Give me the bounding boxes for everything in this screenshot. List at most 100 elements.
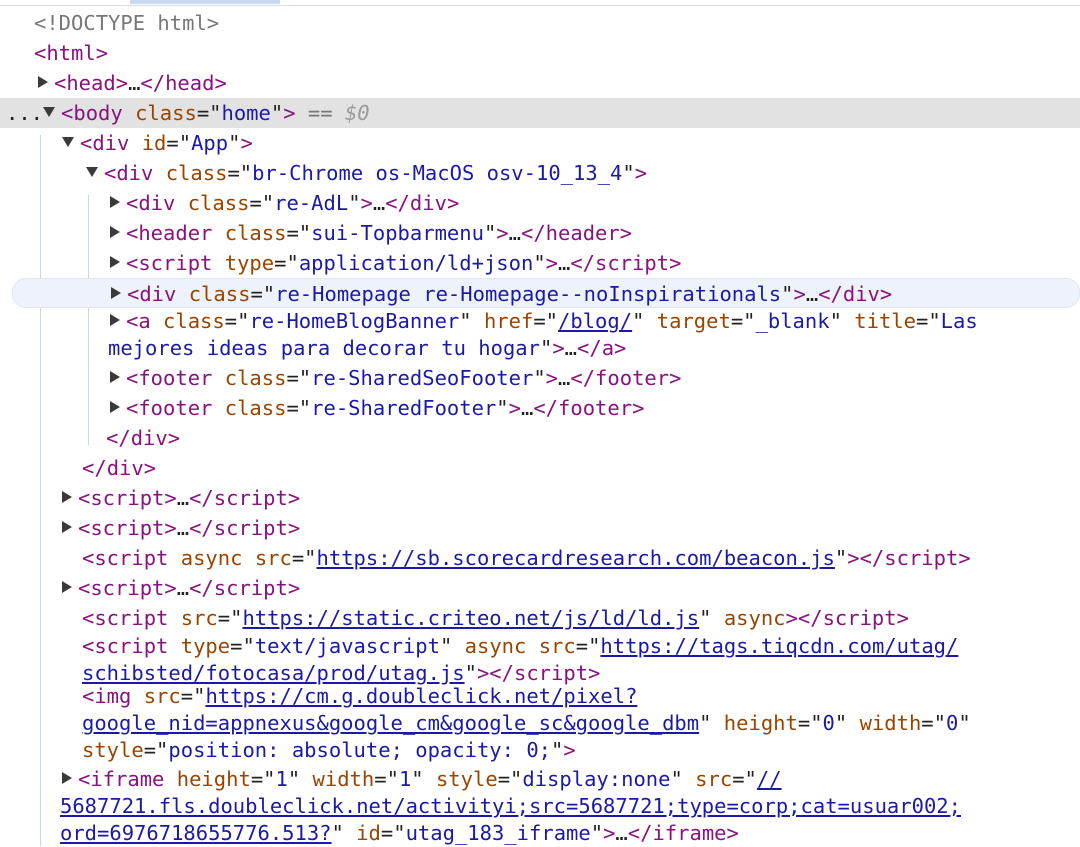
ellipsis[interactable]: … <box>177 576 189 600</box>
dom-node-iframe[interactable]: <iframe height="1" width="1" style="disp… <box>0 766 1080 847</box>
dom-node-collapsed[interactable]: <footer class="re-SharedFooter">…</foote… <box>0 393 1080 423</box>
dom-node-open[interactable]: <html> <box>0 38 1080 68</box>
dom-node-collapsed[interactable]: <head>…</head> <box>0 68 1080 98</box>
ellipsis[interactable]: … <box>128 71 140 95</box>
triangle-right-icon[interactable] <box>110 256 120 268</box>
ellipsis[interactable]: … <box>558 366 570 390</box>
dom-node-collapsed[interactable]: <script>…</script> <box>0 483 1080 513</box>
attribute-value: App <box>191 131 229 155</box>
dom-node-img[interactable]: <img src="https://cm.g.doubleclick.net/p… <box>0 683 1080 764</box>
triangle-right-icon[interactable] <box>110 314 120 326</box>
dom-node-close[interactable]: </div> <box>0 453 1080 483</box>
tag-token: </ <box>189 516 214 540</box>
attribute-value: re-HomeBlogBanner <box>249 309 460 333</box>
dom-node-script-type[interactable]: <script type="text/javascript" async src… <box>0 633 1080 687</box>
attribute-link[interactable]: /blog/ <box>558 309 632 333</box>
triangle-right-icon[interactable] <box>110 401 120 413</box>
punctuation: =" <box>227 161 253 185</box>
tag-name: footer <box>595 366 670 390</box>
dom-node-doctype[interactable]: <!DOCTYPE html> <box>0 8 1080 38</box>
tag-token: </ <box>570 251 596 275</box>
triangle-right-icon[interactable] <box>110 226 120 238</box>
tag-token: > <box>545 251 558 275</box>
punctuation: " <box>287 767 301 791</box>
attribute-link[interactable]: https://sb.scorecardresearch.com/beacon.… <box>317 546 835 570</box>
tag-token: > <box>283 101 296 125</box>
tag-name: footer <box>138 396 213 420</box>
dom-node-script-src[interactable]: <script async src="https://sb.scorecardr… <box>0 543 1080 573</box>
ellipsis[interactable]: … <box>373 191 385 215</box>
triangle-down-icon[interactable] <box>62 137 74 147</box>
tag-name: script <box>94 634 169 658</box>
punctuation: " <box>411 767 424 791</box>
ellipsis[interactable]: … <box>509 221 521 245</box>
tag-token: < <box>126 191 139 215</box>
attribute-link[interactable]: https://cm.g.doubleclick.net/pixel? <box>205 684 637 708</box>
tag-name: head <box>165 71 215 95</box>
triangle-right-icon[interactable] <box>111 287 121 299</box>
ellipsis[interactable]: … <box>615 821 627 845</box>
dom-node-body[interactable]: ... <body class="home"> == $0 <box>0 98 1080 128</box>
attribute-name: style <box>82 738 144 762</box>
dom-node-collapsed[interactable]: <script>…</script> <box>0 573 1080 603</box>
ellipsis[interactable]: … <box>806 282 818 306</box>
punctuation: " <box>331 821 344 845</box>
tag-token: > <box>287 486 301 510</box>
dom-node-collapsed[interactable]: <footer class="re-SharedSeoFooter">…</fo… <box>0 363 1080 393</box>
triangle-right-icon[interactable] <box>62 491 72 503</box>
attribute-link[interactable]: https://tags.tiqcdn.com/utag/ <box>600 634 958 658</box>
ellipsis[interactable]: … <box>177 486 189 510</box>
ellipsis[interactable]: … <box>521 396 533 420</box>
tag-token: < <box>126 309 139 333</box>
triangle-right-icon[interactable] <box>62 581 72 593</box>
dom-node-anchor[interactable]: <a class="re-HomeBlogBanner" href="/blog… <box>0 308 1080 362</box>
dom-node-script-src2[interactable]: <script src="https://static.criteo.net/j… <box>0 603 1080 633</box>
attribute-name: class <box>188 282 251 306</box>
triangle-right-icon[interactable] <box>38 76 48 88</box>
triangle-right-icon[interactable] <box>62 521 72 533</box>
ellipsis[interactable]: … <box>177 516 189 540</box>
punctuation: " <box>699 711 712 735</box>
tag-token: ></ <box>847 546 885 570</box>
attribute-link[interactable]: google_nid=appnexus&google_cm&google_sc&… <box>82 711 699 735</box>
attribute-value: _blank <box>755 309 830 333</box>
attribute-name: class <box>165 161 228 185</box>
tag-token: </ <box>189 486 214 510</box>
dom-node-close[interactable]: </div> <box>0 423 1080 453</box>
attribute-link[interactable]: // <box>757 767 782 791</box>
triangle-right-icon[interactable] <box>110 196 120 208</box>
tag-token: < <box>78 576 91 600</box>
triangle-right-icon[interactable] <box>62 772 72 784</box>
attribute-link[interactable]: ord=6976718655776.513? <box>60 821 332 845</box>
dom-node-collapsed[interactable]: <div class="re-AdL">…</div> <box>0 188 1080 218</box>
dom-node-collapsed[interactable]: <script>…</script> <box>0 513 1080 543</box>
attribute-link[interactable]: https://static.criteo.net/js/ld/ld.js <box>242 606 699 630</box>
selection-marker: == <box>295 101 345 125</box>
tag-name: head <box>66 71 116 95</box>
dom-node-collapsed[interactable]: <div class="re-Homepage re-Homepage--noI… <box>12 278 1080 308</box>
attribute-name: class <box>135 101 197 125</box>
punctuation: " <box>539 336 553 360</box>
dom-node-expanded[interactable]: <div id="App"> <box>0 128 1080 158</box>
tag-token: < <box>78 486 91 510</box>
attribute-value: 0 <box>822 711 835 735</box>
attribute-link[interactable]: 5687721.fls.doubleclick.net/activityi;sr… <box>60 794 961 818</box>
tag-name: header <box>138 221 213 245</box>
attribute-name: id <box>356 821 381 845</box>
attribute-link[interactable]: schibsted/fotocasa/prod/utag.js <box>82 661 465 685</box>
ellipsis[interactable]: … <box>558 251 570 275</box>
attribute-name: class <box>224 366 287 390</box>
tag-token: < <box>126 221 139 245</box>
tag-name: a <box>601 336 615 360</box>
triangle-down-icon[interactable] <box>43 107 56 117</box>
punctuation: " <box>632 309 645 333</box>
dom-node-collapsed[interactable]: <script type="application/ld+json">…</sc… <box>0 248 1080 278</box>
attribute-value: home <box>221 101 271 125</box>
ellipsis[interactable]: … <box>565 336 577 360</box>
dom-node-expanded[interactable]: <div class="br-Chrome os-MacOS osv-10_13… <box>0 158 1080 188</box>
dom-node-collapsed[interactable]: <header class="sui-Topbarmenu">…</header… <box>0 218 1080 248</box>
tag-name: div <box>92 131 130 155</box>
triangle-right-icon[interactable] <box>110 371 120 383</box>
triangle-down-icon[interactable] <box>86 167 98 177</box>
tag-token: > <box>95 41 109 65</box>
